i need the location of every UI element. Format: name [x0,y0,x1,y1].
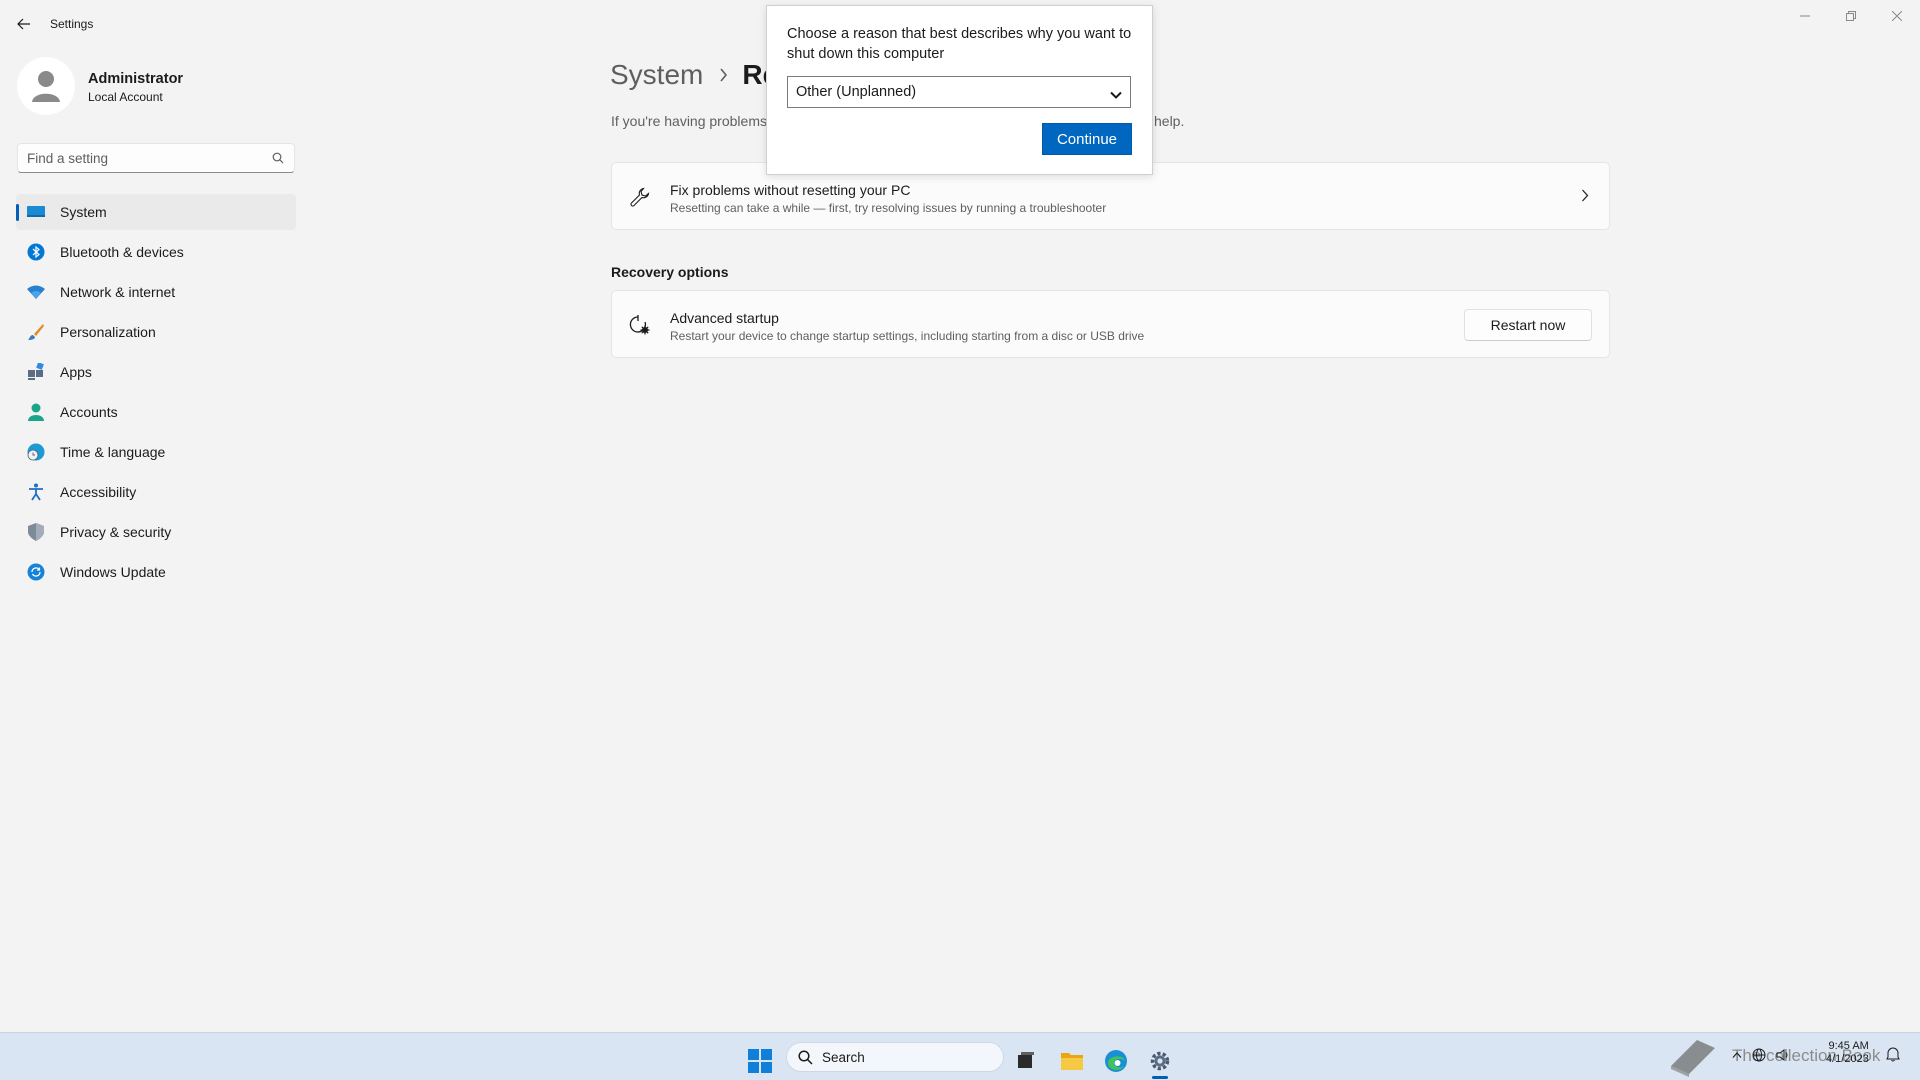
windows-logo-icon [748,1049,772,1073]
wrench-icon [629,186,651,208]
minimize-icon [1800,15,1810,17]
advanced-startup-card: Advanced startup Restart your device to … [611,290,1610,358]
speaker-icon[interactable] [1776,1048,1790,1065]
sidebar-item-label: Network & internet [60,284,176,300]
sidebar-item-privacy-security[interactable]: Privacy & security [16,514,296,550]
advanced-startup-title: Advanced startup [670,310,779,326]
sidebar-item-personalization[interactable]: Personalization [16,314,296,350]
sidebar-item-accessibility[interactable]: Accessibility [16,474,296,510]
edge-button[interactable] [1096,1041,1136,1080]
breadcrumb-system-link[interactable]: System [610,59,703,91]
bluetooth-icon [26,242,46,262]
task-view-icon [1018,1052,1034,1068]
intro-text-end: help. [1154,113,1185,129]
close-button[interactable] [1874,0,1920,32]
shield-icon [26,522,46,542]
chevron-up-icon[interactable] [1732,1048,1742,1065]
book-logo-icon [1671,1040,1715,1077]
search-icon [798,1050,813,1070]
system-icon [26,202,46,222]
breadcrumb-chevron-icon [719,68,728,82]
fix-problems-subtitle: Resetting can take a while — first, try … [670,201,1107,215]
intro-text-start: If you're having problems [611,113,767,129]
sidebar-item-label: Apps [60,364,92,380]
person-icon [26,402,46,422]
taskbar: Search The collection Book 9:45 AM 4/1/2… [0,1032,1920,1080]
sidebar-item-apps[interactable]: Apps [16,354,296,390]
accessibility-icon [26,482,46,502]
sidebar-item-system[interactable]: System [16,194,296,230]
network-globe-icon[interactable] [1752,1048,1766,1065]
sidebar-item-windows-update[interactable]: Windows Update [16,554,296,590]
settings-taskbar-button[interactable] [1140,1041,1180,1080]
sidebar-item-network-internet[interactable]: Network & internet [16,274,296,310]
file-explorer-button[interactable] [1052,1041,1092,1080]
reason-select[interactable]: Other (Unplanned) [787,76,1131,108]
fix-problems-title: Fix problems without resetting your PC [670,182,911,198]
sidebar-nav: System Bluetooth & devices Network & int… [16,194,296,594]
wifi-icon [26,282,46,302]
brush-icon [26,322,46,342]
sidebar-item-label: System [60,204,107,220]
chevron-right-icon [1581,189,1589,207]
sidebar-item-bluetooth-devices[interactable]: Bluetooth & devices [16,234,296,270]
sidebar-item-label: Personalization [60,324,156,340]
taskbar-search[interactable]: Search [786,1042,1004,1072]
sidebar-item-label: Accessibility [60,484,137,500]
restart-now-button[interactable]: Restart now [1464,309,1592,341]
notification-icon[interactable] [1886,1046,1900,1067]
gear-icon [1150,1051,1170,1071]
chevron-down-icon [1110,87,1122,105]
start-button[interactable] [740,1041,780,1080]
reason-select-value: Other (Unplanned) [796,84,917,100]
profile-name: Administrator [88,71,184,87]
back-button[interactable] [10,12,38,36]
restore-icon [1846,11,1856,21]
profile-account-type: Local Account [88,90,163,104]
sidebar-item-label: Accounts [60,404,118,420]
dialog-prompt: Choose a reason that best describes why … [787,26,1132,62]
person-placeholder-icon [32,71,60,102]
apps-icon [26,362,46,382]
recovery-options-heading: Recovery options [611,264,729,280]
close-icon [1892,11,1902,21]
restore-button[interactable] [1828,0,1874,32]
sidebar-item-label: Windows Update [60,564,166,580]
task-view-button[interactable] [1006,1041,1046,1080]
sidebar-item-label: Bluetooth & devices [60,244,184,260]
system-tray [1732,1048,1790,1065]
back-arrow-icon [17,18,30,30]
advanced-startup-subtitle: Restart your device to change startup se… [670,329,1145,343]
app-title: Settings [50,17,94,31]
breadcrumb: System Re [610,55,778,95]
sidebar-item-time-language[interactable]: Time & language [16,434,296,470]
sidebar-item-label: Time & language [60,444,166,460]
clock-date: 4/1/2023 [1826,1053,1869,1065]
taskbar-search-label: Search [822,1050,865,1065]
active-app-indicator [1152,1076,1168,1079]
sidebar-item-label: Privacy & security [60,524,172,540]
settings-search-box [17,143,295,173]
update-icon [26,562,46,582]
window-controls [1782,0,1920,32]
settings-search-input[interactable] [18,144,258,172]
edge-browser-icon [1105,1050,1127,1072]
continue-button[interactable]: Continue [1042,123,1132,155]
clock-time: 9:45 AM [1828,1040,1869,1052]
sidebar-item-accounts[interactable]: Accounts [16,394,296,430]
folder-icon [1061,1053,1083,1070]
globe-clock-icon [26,442,46,462]
advanced-startup-icon [629,314,651,336]
avatar [17,57,75,115]
minimize-button[interactable] [1782,0,1828,32]
shutdown-reason-dialog: Choose a reason that best describes why … [766,5,1153,175]
user-profile[interactable]: Administrator Local Account [17,57,297,117]
clock[interactable]: 9:45 AM 4/1/2023 [1826,1040,1869,1066]
search-icon[interactable] [272,151,284,169]
